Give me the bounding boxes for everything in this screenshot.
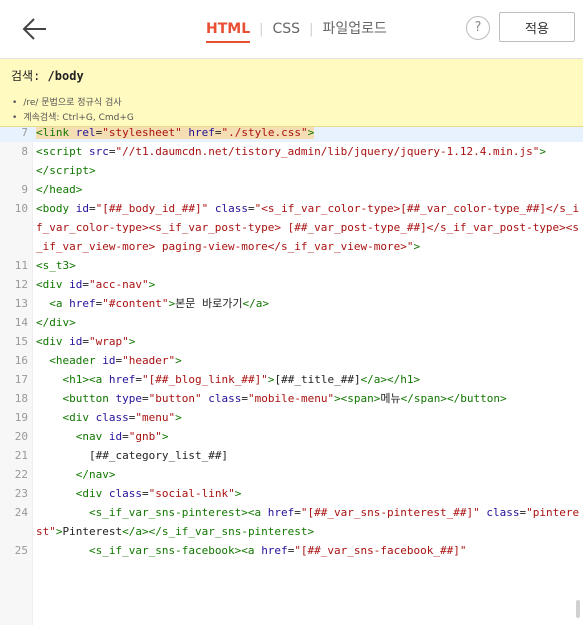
code-text[interactable]: <nav id="gnb"> xyxy=(36,427,583,446)
code-line[interactable]: 10 <body id="[##_body_id_##]" class="<s_i… xyxy=(0,199,583,256)
line-number: 17 xyxy=(14,373,28,386)
code-line[interactable]: 16 <header id="header"> xyxy=(0,351,583,370)
line-number: 14 xyxy=(14,316,28,329)
apply-button[interactable]: 적용 xyxy=(499,12,575,42)
code-line[interactable]: 23 <div class="social-link"> xyxy=(0,484,583,503)
code-text[interactable]: <s_t3> xyxy=(36,256,583,275)
code-text[interactable]: </head> xyxy=(36,180,583,199)
code-text[interactable]: <div class="social-link"> xyxy=(36,484,583,503)
code-line[interactable]: 22 </nav> xyxy=(0,465,583,484)
line-number: 10 xyxy=(14,202,28,215)
code-text[interactable]: <div id="wrap"> xyxy=(36,332,583,351)
tab-file-upload[interactable]: 파일업로드 xyxy=(322,0,386,58)
code-text[interactable]: <script src="//t1.daumcdn.net/tistory_ad… xyxy=(36,142,583,180)
search-dialog: 검색: /body /re/ 문법으로 정규식 검사 계속검색: Ctrl+G,… xyxy=(0,59,583,127)
code-text[interactable]: <button type="button" class="mobile-menu… xyxy=(36,389,583,408)
code-editor[interactable]: 4<meta charset="UTF-8">5<meta name="view… xyxy=(0,59,583,625)
search-input[interactable]: /body xyxy=(48,69,84,83)
help-icon[interactable]: ? xyxy=(466,16,490,40)
code-line[interactable]: 19 <div class="menu"> xyxy=(0,408,583,427)
line-number: 12 xyxy=(14,278,28,291)
code-line[interactable]: 14 </div> xyxy=(0,313,583,332)
line-number: 9 xyxy=(21,183,28,196)
code-line[interactable]: 17 <h1><a href="[##_blog_link_##]">[##_t… xyxy=(0,370,583,389)
editor-toolbar: HTML | CSS | 파일업로드 ? 적용 xyxy=(0,0,583,59)
line-number: 22 xyxy=(14,468,28,481)
code-line[interactable]: 13 <a href="#content">본문 바로가기</a> xyxy=(0,294,583,313)
search-row: 검색: /body xyxy=(11,67,84,84)
code-line[interactable]: 21 [##_category_list_##] xyxy=(0,446,583,465)
code-text[interactable]: <a href="#content">본문 바로가기</a> xyxy=(36,294,583,313)
code-text[interactable]: </div> xyxy=(36,313,583,332)
tab-separator: | xyxy=(309,21,314,37)
line-number: 18 xyxy=(14,392,28,405)
code-line[interactable]: 12 <div id="acc-nav"> xyxy=(0,275,583,294)
line-number: 21 xyxy=(14,449,28,462)
editor-tabs: HTML | CSS | 파일업로드 xyxy=(206,0,387,58)
code-text[interactable]: <h1><a href="[##_blog_link_##]">[##_titl… xyxy=(36,370,583,389)
search-label: 검색: xyxy=(11,69,41,83)
line-number: 13 xyxy=(14,297,28,310)
code-line[interactable]: 15 <div id="wrap"> xyxy=(0,332,583,351)
code-lines: 4<meta charset="UTF-8">5<meta name="view… xyxy=(0,59,583,560)
line-number: 16 xyxy=(14,354,28,367)
line-number: 23 xyxy=(14,487,28,500)
code-text[interactable]: <body id="[##_body_id_##]" class="<s_if_… xyxy=(36,199,583,256)
code-text[interactable]: <s_if_var_sns-facebook><a href="[##_var_… xyxy=(36,541,583,560)
line-number: 19 xyxy=(14,411,28,424)
code-text[interactable]: <header id="header"> xyxy=(36,351,583,370)
line-number: 20 xyxy=(14,430,28,443)
code-line[interactable]: 24 <s_if_var_sns-pinterest><a href="[##_… xyxy=(0,503,583,541)
code-line[interactable]: 25 <s_if_var_sns-facebook><a href="[##_v… xyxy=(0,541,583,560)
tab-html[interactable]: HTML xyxy=(206,0,251,58)
code-text[interactable]: </nav> xyxy=(36,465,583,484)
code-text[interactable]: [##_category_list_##] xyxy=(36,446,583,465)
search-hint-regex: /re/ 문법으로 정규식 검사 xyxy=(12,95,121,108)
tab-separator: | xyxy=(259,21,264,37)
line-number: 8 xyxy=(21,145,28,158)
code-line[interactable]: 9 </head> xyxy=(0,180,583,199)
search-hint-continue: 계속검색: Ctrl+G, Cmd+G xyxy=(12,110,134,123)
code-text[interactable]: <s_if_var_sns-pinterest><a href="[##_var… xyxy=(36,503,583,541)
scrollbar-thumb[interactable] xyxy=(576,600,580,618)
back-arrow-icon[interactable] xyxy=(22,17,48,41)
line-number: 11 xyxy=(14,259,28,272)
line-number: 24 xyxy=(14,506,28,519)
code-line[interactable]: 18 <button type="button" class="mobile-m… xyxy=(0,389,583,408)
line-number: 25 xyxy=(14,544,28,557)
tab-css[interactable]: CSS xyxy=(273,0,301,58)
line-number: 15 xyxy=(14,335,28,348)
code-line[interactable]: 11 <s_t3> xyxy=(0,256,583,275)
code-text[interactable]: <div id="acc-nav"> xyxy=(36,275,583,294)
code-text[interactable]: <div class="menu"> xyxy=(36,408,583,427)
code-line[interactable]: 8 <script src="//t1.daumcdn.net/tistory_a… xyxy=(0,142,583,180)
code-line[interactable]: 20 <nav id="gnb"> xyxy=(0,427,583,446)
